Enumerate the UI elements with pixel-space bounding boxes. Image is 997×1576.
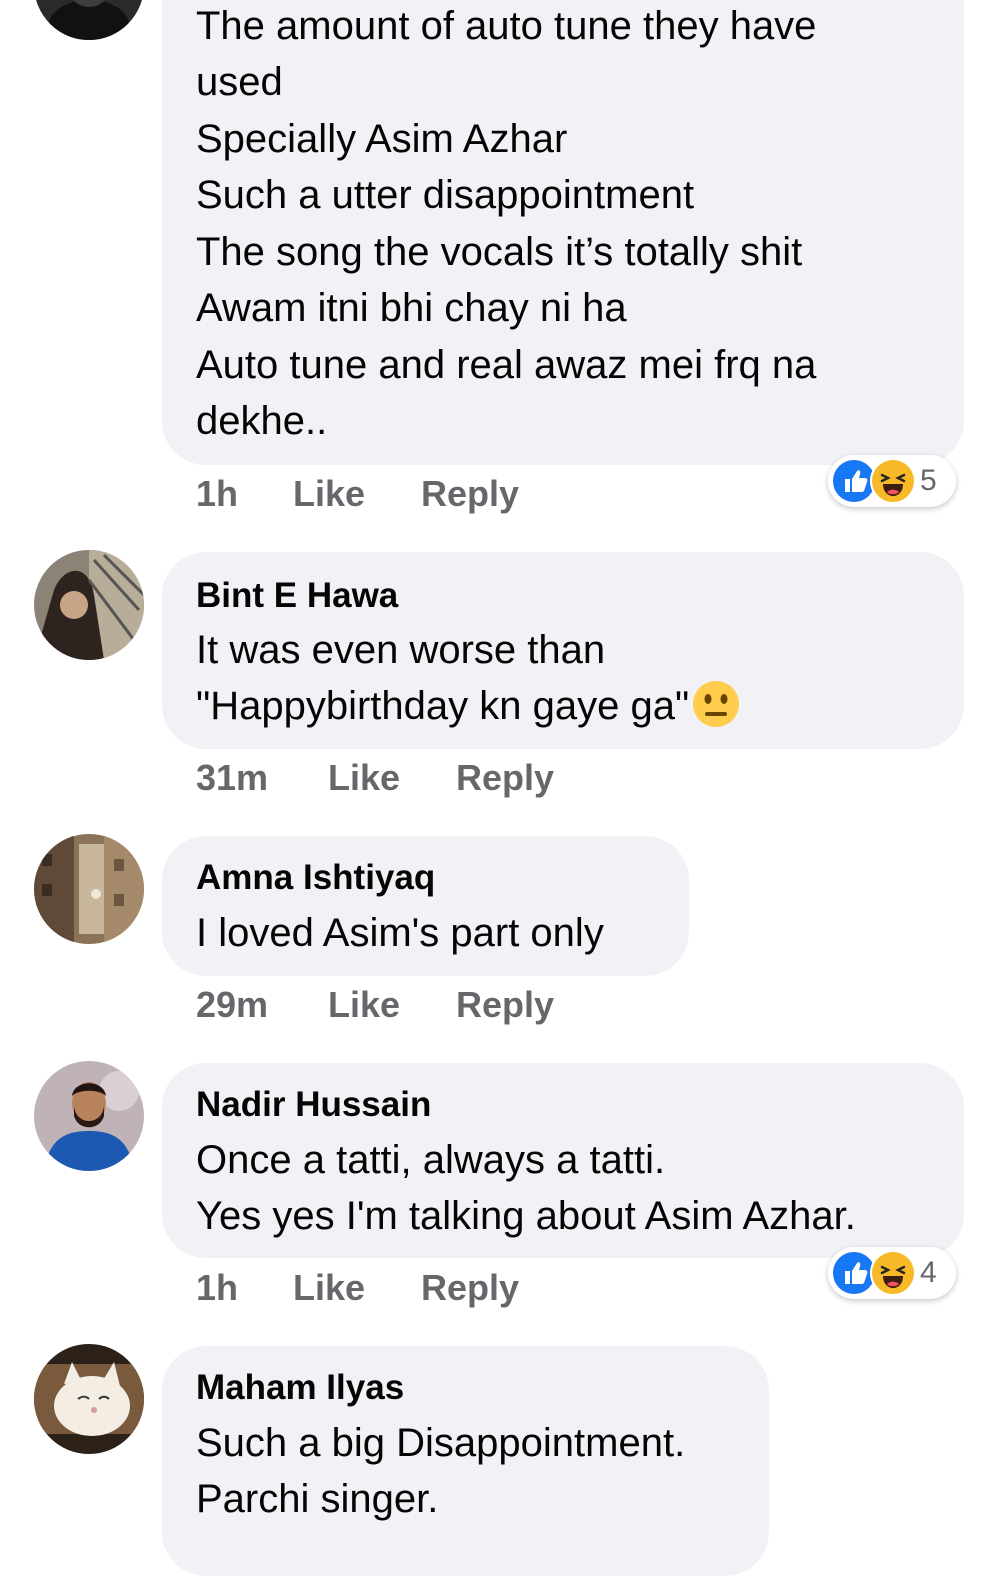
comment-text-line: Awam itni bhi chay ni ha <box>196 286 627 330</box>
like-button[interactable]: Like <box>328 758 400 798</box>
comment-bubble: Maham Ilyas Such a big Disappointment. P… <box>162 1346 769 1576</box>
comment-bubble: The amount of auto tune they have used S… <box>162 0 964 465</box>
comment-bubble: Amna Ishtiyaq I loved Asim's part only <box>162 836 689 976</box>
comment-text-line: The song the vocals it’s totally shit <box>196 230 803 274</box>
avatar[interactable] <box>34 834 144 944</box>
comment-author[interactable]: Maham Ilyas <box>196 1368 404 1408</box>
avatar[interactable] <box>34 1061 144 1171</box>
reply-button[interactable]: Reply <box>456 758 554 798</box>
comment-5: Maham Ilyas Such a big Disappointment. P… <box>0 1344 997 1576</box>
avatar[interactable] <box>34 1344 144 1454</box>
comment-text-line: Specially Asim Azhar <box>196 117 568 161</box>
comment-4: Nadir Hussain Once a tatti, always a tat… <box>0 1061 997 1321</box>
comment-timestamp[interactable]: 1h <box>196 474 238 514</box>
reaction-count: 4 <box>920 1256 937 1289</box>
comment-timestamp[interactable]: 29m <box>196 985 268 1025</box>
comment-2: Bint E Hawa It was even worse than "Happ… <box>0 550 997 810</box>
comment-text-line: Auto tune and real awaz mei frq na <box>196 343 817 387</box>
haha-icon <box>870 458 916 504</box>
reaction-summary[interactable]: 5 <box>828 455 956 507</box>
reaction-count: 5 <box>920 464 937 497</box>
comment-author[interactable]: Nadir Hussain <box>196 1085 431 1125</box>
comment-text-span: "Happybirthday kn gaye ga" <box>196 684 690 728</box>
comment-text-line: dekhe.. <box>196 399 328 443</box>
comment-text-line: "Happybirthday kn gaye ga" <box>196 678 741 734</box>
comment-text-line: Parchi singer. <box>196 1477 439 1521</box>
comment-text-line: I loved Asim's part only <box>196 911 604 955</box>
reaction-summary[interactable]: 4 <box>828 1247 956 1299</box>
comment-text-line: Once a tatti, always a tatti. <box>196 1138 666 1182</box>
comment-timestamp[interactable]: 1h <box>196 1268 238 1308</box>
comment-text-line: The amount of auto tune they have <box>196 4 817 48</box>
avatar[interactable] <box>34 0 144 40</box>
haha-icon <box>870 1250 916 1296</box>
comment-text-line: Such a utter disappointment <box>196 173 695 217</box>
comment-1: The amount of auto tune they have used S… <box>0 0 997 520</box>
comment-timestamp[interactable]: 31m <box>196 758 268 798</box>
comment-author[interactable]: Amna Ishtiyaq <box>196 858 435 898</box>
neutral-face-emoji <box>693 681 740 727</box>
comment-bubble: Bint E Hawa It was even worse than "Happ… <box>162 552 964 749</box>
comment-text-line: used <box>196 60 283 104</box>
reply-button[interactable]: Reply <box>421 474 519 514</box>
comment-bubble: Nadir Hussain Once a tatti, always a tat… <box>162 1063 964 1258</box>
like-button[interactable]: Like <box>328 985 400 1025</box>
avatar[interactable] <box>34 550 144 660</box>
like-button[interactable]: Like <box>293 474 365 514</box>
comment-text-line: Yes yes I'm talking about Asim Azhar. <box>196 1194 856 1238</box>
like-button[interactable]: Like <box>293 1268 365 1308</box>
reply-button[interactable]: Reply <box>456 985 554 1025</box>
comment-text-line: It was even worse than <box>196 628 606 672</box>
comment-3: Amna Ishtiyaq I loved Asim's part only 2… <box>0 834 997 1034</box>
reply-button[interactable]: Reply <box>421 1268 519 1308</box>
comment-author[interactable]: Bint E Hawa <box>196 576 398 616</box>
comment-text-line: Such a big Disappointment. <box>196 1421 686 1465</box>
